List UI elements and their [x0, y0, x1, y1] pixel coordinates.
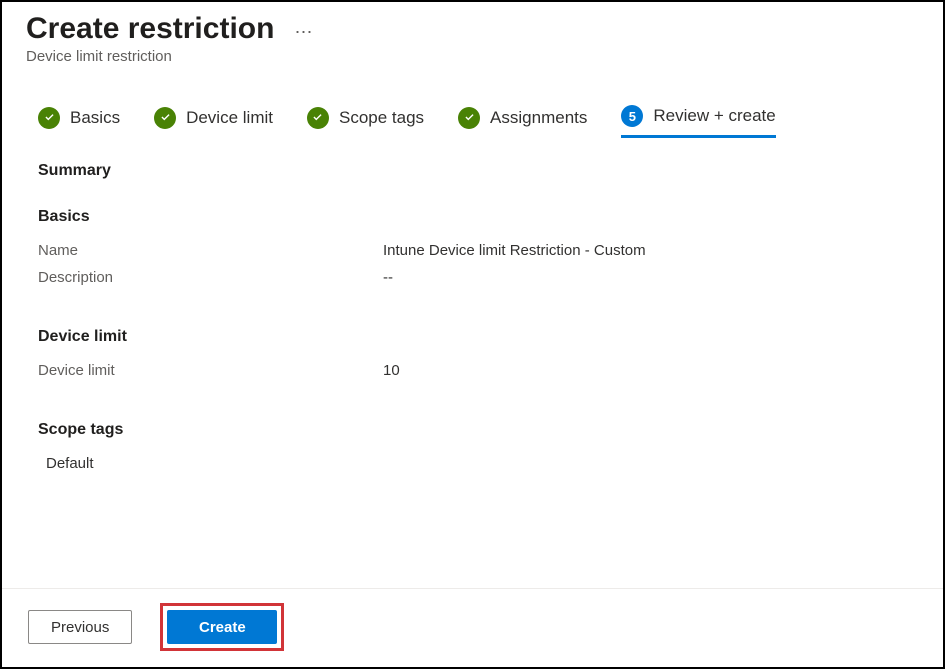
kv-value-description: --	[383, 269, 393, 286]
summary-heading: Summary	[38, 162, 907, 180]
wizard-steps: Basics Device limit Scope tags Assignmen…	[2, 65, 943, 144]
step-label: Scope tags	[339, 108, 424, 128]
step-assignments[interactable]: Assignments	[458, 107, 587, 137]
step-scope-tags[interactable]: Scope tags	[307, 107, 424, 137]
step-device-limit[interactable]: Device limit	[154, 107, 273, 137]
summary-content: Summary Basics Name Intune Device limit …	[2, 144, 943, 472]
section-heading-basics: Basics	[38, 208, 907, 226]
kv-row: Description --	[38, 269, 907, 286]
page-title: Create restriction	[26, 12, 274, 46]
check-icon	[154, 107, 176, 129]
check-icon	[458, 107, 480, 129]
kv-label-description: Description	[38, 269, 383, 286]
check-icon	[38, 107, 60, 129]
step-review-create[interactable]: 5 Review + create	[621, 105, 775, 138]
step-basics[interactable]: Basics	[38, 107, 120, 137]
create-button-highlight: Create	[160, 603, 284, 651]
check-icon	[307, 107, 329, 129]
page-subtitle: Device limit restriction	[26, 48, 919, 65]
step-number-badge: 5	[621, 105, 643, 127]
step-label: Device limit	[186, 108, 273, 128]
previous-button[interactable]: Previous	[28, 610, 132, 644]
kv-label-device-limit: Device limit	[38, 362, 383, 379]
scope-tag-item: Default	[38, 455, 907, 472]
section-heading-device-limit: Device limit	[38, 328, 907, 346]
step-label: Assignments	[490, 108, 587, 128]
more-horizontal-icon[interactable]: ⋯	[294, 16, 313, 43]
kv-row: Name Intune Device limit Restriction - C…	[38, 242, 907, 259]
step-label: Basics	[70, 108, 120, 128]
wizard-footer: Previous Create	[2, 588, 943, 667]
kv-value-device-limit: 10	[383, 362, 400, 379]
step-label: Review + create	[653, 106, 775, 126]
create-button[interactable]: Create	[167, 610, 277, 644]
kv-label-name: Name	[38, 242, 383, 259]
kv-value-name: Intune Device limit Restriction - Custom	[383, 242, 646, 259]
section-heading-scope-tags: Scope tags	[38, 421, 907, 439]
kv-row: Device limit 10	[38, 362, 907, 379]
